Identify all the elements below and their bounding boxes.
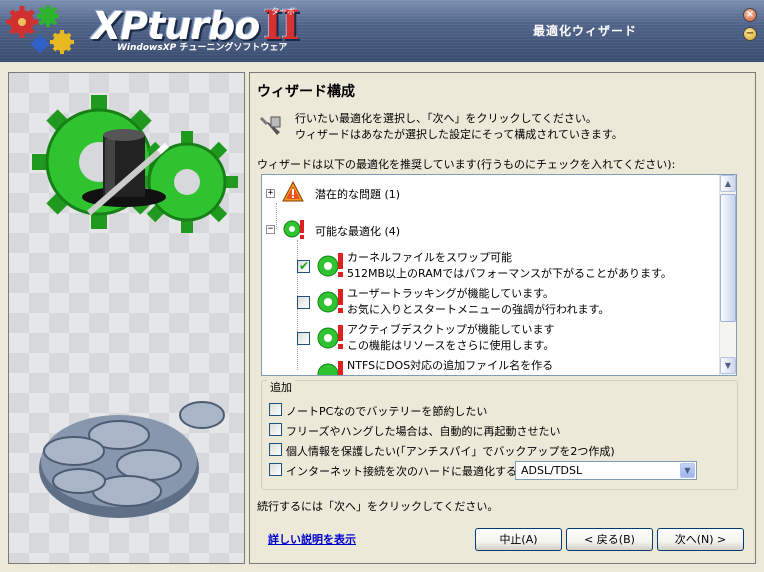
gear-alert-icon	[283, 220, 304, 239]
logo-subtitle: WindowsXP チューニングソフトウェア	[117, 43, 288, 53]
item-description: お気に入りとスタートメニューの強調が行われます。	[347, 303, 610, 316]
chevron-down-icon[interactable]: ▼	[680, 463, 695, 478]
wizard-title: 最適化ウィザード	[532, 24, 637, 38]
tree-scrollbar[interactable]: ▲ ▼	[719, 175, 736, 375]
wizard-illustration	[32, 95, 238, 518]
item-title: NTFSにDOS対応の追加ファイル名を作る	[347, 359, 554, 372]
item-checkbox[interactable]	[297, 259, 310, 273]
item-title: カーネルファイルをスワップ可能	[347, 251, 512, 264]
option-checkbox[interactable]	[269, 423, 282, 436]
intro-text-2: ウィザードはあなたが選択した設定にそって構成されていきます。	[295, 128, 623, 141]
gears-logo-icon	[6, 5, 74, 54]
gear-alert-icon	[317, 325, 343, 349]
item-title: ユーザートラッキングが機能しています。	[347, 287, 555, 300]
tree-group-possible-optimizations[interactable]: − 可能な最適化 (4)	[262, 217, 720, 241]
back-button[interactable]: < 戻る(B)	[566, 528, 653, 551]
side-illustration-panel	[8, 72, 245, 564]
item-title: アクティブデスクトップが機能しています	[347, 323, 555, 336]
tree-item[interactable]: NTFSにDOS対応の追加ファイル名を作る	[262, 357, 720, 375]
item-description: この機能はリソースをさらに使用します。	[347, 339, 555, 352]
collapse-toggle[interactable]: −	[266, 225, 275, 234]
logo-ruby: ターボ	[271, 7, 295, 16]
scroll-thumb[interactable]	[720, 194, 736, 322]
network-disks-icon	[39, 401, 225, 518]
recommend-text: ウィザードは以下の最適化を推奨しています(行うものにチェックを入れてください):	[257, 158, 676, 171]
intro-text-1: 行いたい最適化を選択し、「次へ」をクリックしてください。	[295, 112, 597, 125]
tree-item[interactable]: アクティブデスクトップが機能しています この機能はリソースをさらに使用します。	[262, 321, 720, 355]
item-checkbox[interactable]	[297, 332, 310, 345]
item-checkbox[interactable]	[297, 296, 310, 309]
option-checkbox[interactable]	[269, 403, 282, 416]
connection-type-select[interactable]: ADSL/TDSL ▼	[515, 461, 697, 480]
option-checkbox[interactable]	[269, 443, 282, 456]
select-value: ADSL/TDSL	[521, 464, 583, 477]
gear-alert-icon	[317, 361, 343, 375]
optimization-tree[interactable]: + 潜在的な問題 (1) − 可能な最適化 (4) カーネルファ	[261, 174, 737, 376]
warning-triangle-icon	[282, 181, 304, 202]
tree-group-label: 可能な最適化 (4)	[315, 225, 401, 238]
gear-small-icon	[136, 131, 238, 233]
scroll-down-icon[interactable]: ▼	[720, 357, 736, 374]
option-label: インターネット接続を次のハードに最適化する:	[286, 465, 521, 478]
option-label: ノートPCなのでバッテリーを節約したい	[286, 405, 488, 418]
minimize-button[interactable]: −	[743, 27, 757, 41]
option-checkbox[interactable]	[269, 463, 282, 476]
wrench-icon	[260, 116, 281, 135]
gear-alert-icon	[317, 253, 343, 277]
section-title: ウィザード構成	[257, 84, 355, 100]
tree-item[interactable]: カーネルファイルをスワップ可能 512MB以上のRAMではパフォーマンスが下がる…	[262, 249, 720, 283]
scroll-up-icon[interactable]: ▲	[720, 175, 736, 192]
extra-options-legend: 追加	[267, 379, 295, 395]
item-description: 512MB以上のRAMではパフォーマンスが下がることがあります。	[347, 267, 672, 280]
cancel-button[interactable]: 中止(A)	[475, 528, 562, 551]
details-link[interactable]: 詳しい説明を表示	[268, 531, 356, 547]
expand-toggle[interactable]: +	[266, 189, 275, 198]
app-header: XPturbo II ターボ WindowsXP チューニングソフトウェア 最適化…	[0, 0, 764, 62]
continue-instruction: 続行するには「次へ」をクリックしてください。	[257, 500, 499, 513]
tree-item[interactable]: ユーザートラッキングが機能しています。 お気に入りとスタートメニューの強調が行わ…	[262, 285, 720, 319]
option-label: フリーズやハングした場合は、自動的に再起動させたい	[286, 425, 561, 438]
next-button[interactable]: 次へ(N) >	[657, 528, 744, 551]
tree-group-potential-problems[interactable]: + 潜在的な問題 (1)	[262, 181, 720, 205]
gear-alert-icon	[317, 289, 343, 313]
tree-group-label: 潜在的な問題 (1)	[315, 188, 401, 201]
option-label: 個人情報を保護したい(「アンチスパイ」でバックアップを2つ作成)	[286, 445, 615, 458]
close-button[interactable]: ×	[743, 8, 757, 22]
wizard-content-panel: ウィザード構成 行いたい最適化を選択し、「次へ」をクリックしてください。 ウィザ…	[249, 72, 756, 564]
